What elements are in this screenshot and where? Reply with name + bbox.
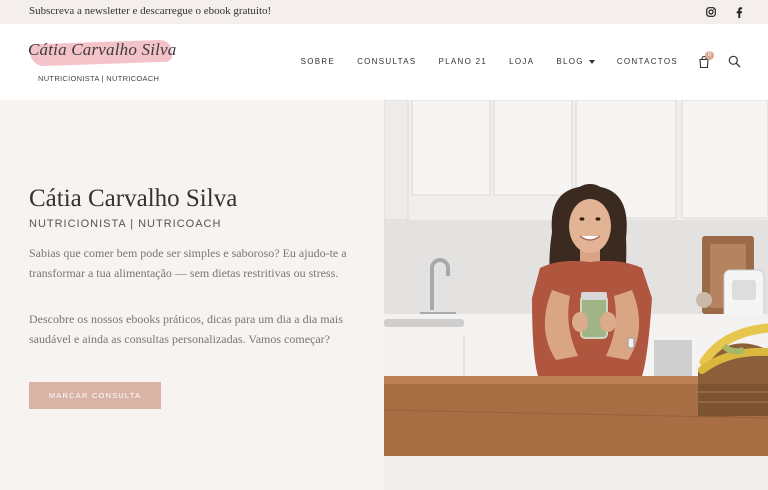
nav-item-sobre[interactable]: SOBRE: [301, 57, 336, 66]
hero-paragraph-intro: Sabias que comer bem pode ser simples e …: [29, 246, 347, 280]
newsletter-promo-link[interactable]: Subscreva a newsletter e descarregue o e…: [29, 5, 271, 17]
main-nav: SOBRE CONSULTAS PLANO 21 LOJA BLOG CONTA…: [279, 57, 678, 66]
top-bar: Subscreva a newsletter e descarregue o e…: [0, 0, 768, 24]
nav-item-plano-21[interactable]: PLANO 21: [439, 57, 488, 66]
site-logo[interactable]: Cátia Carvalho Silva NUTRICIONISTA | NUT…: [28, 38, 178, 88]
hero-title: Cátia Carvalho Silva: [29, 185, 238, 212]
hero-subtitle: NUTRICIONISTA | NUTRICOACH: [29, 218, 222, 230]
hero-photo: [384, 100, 768, 490]
hero-paragraph-offer: Descobre os nossos ebooks práticos, dica…: [29, 312, 343, 346]
site-header: Cátia Carvalho Silva NUTRICIONISTA | NUT…: [0, 24, 768, 100]
nav-item-blog[interactable]: BLOG: [556, 57, 595, 66]
hero-text-panel: Cátia Carvalho Silva NUTRICIONISTA | NUT…: [0, 100, 384, 490]
search-icon[interactable]: [728, 55, 741, 68]
chevron-down-icon: [588, 59, 595, 64]
nav-item-contactos[interactable]: CONTACTOS: [617, 57, 678, 66]
kitchen-photo-illustration: [384, 100, 768, 490]
nav-item-consultas[interactable]: CONSULTAS: [357, 57, 416, 66]
facebook-icon[interactable]: [732, 5, 746, 19]
logo-script-text: Cátia Carvalho Silva: [28, 40, 177, 59]
social-links: [704, 5, 746, 19]
nav-item-loja[interactable]: LOJA: [509, 57, 534, 66]
book-consultation-button[interactable]: MARCAR CONSULTA: [29, 382, 161, 409]
instagram-icon[interactable]: [704, 5, 718, 19]
cart-count-badge: 0: [705, 51, 714, 60]
logo-subtitle: NUTRICIONISTA | NUTRICOACH: [38, 74, 160, 83]
nav-item-blog-label: BLOG: [556, 57, 584, 66]
